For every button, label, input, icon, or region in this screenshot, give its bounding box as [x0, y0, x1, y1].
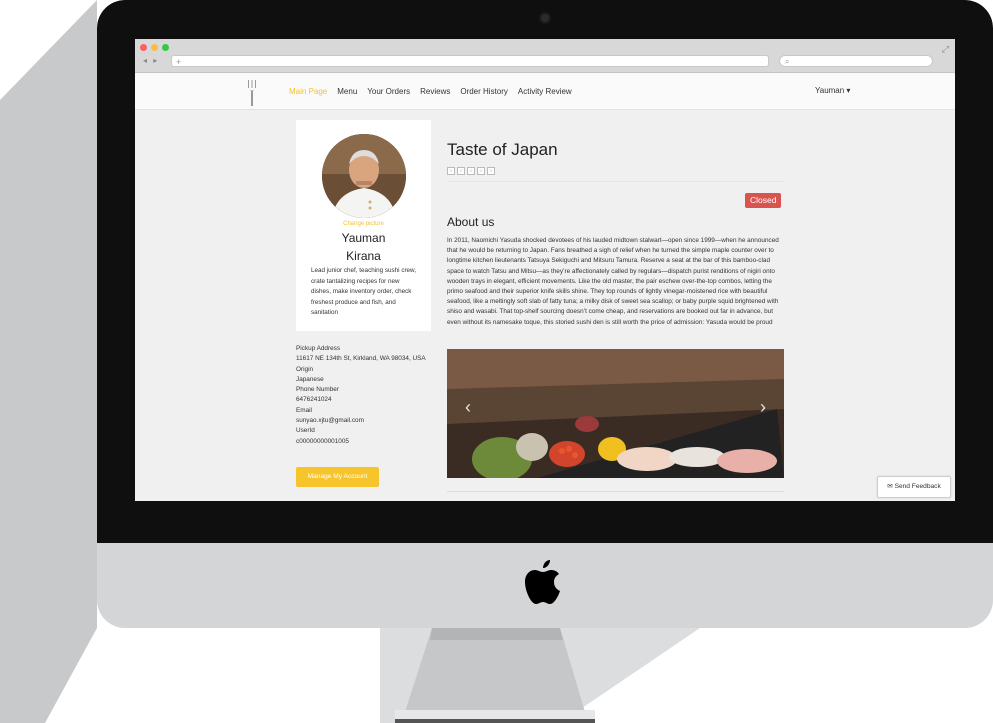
app-navbar: Main Page Menu Your Orders Reviews Order… — [135, 73, 955, 110]
email-value: sunyao.xjtu@gmail.com — [296, 417, 364, 425]
phone-label: Phone Number — [296, 386, 339, 394]
nav-menu[interactable]: Menu — [337, 87, 357, 96]
pickup-address-label: Pickup Address — [296, 345, 341, 352]
about-text: In 2011, Naomichi Yasuda shocked devotee… — [447, 237, 779, 326]
account-details: Pickup Address 11617 NE 134th St, Kirkla… — [296, 344, 436, 447]
userid-value: c00000000001005 — [296, 437, 349, 445]
avatar[interactable] — [322, 134, 406, 218]
star-icon[interactable]: ☆ — [447, 167, 455, 175]
back-forward-icon[interactable]: ◂ ▸ — [143, 56, 159, 65]
fork-logo-icon[interactable] — [247, 80, 257, 106]
star-icon[interactable]: ☆ — [487, 167, 495, 175]
main-nav: Main Page Menu Your Orders Reviews Order… — [289, 73, 572, 109]
profile-first-name: Yauman — [341, 231, 386, 245]
change-picture-link[interactable]: Change picture — [296, 221, 431, 227]
chef-photo — [322, 134, 406, 218]
profile-bio: Lead junior chef, teaching sushi crew, c… — [311, 267, 417, 317]
maximize-window-icon[interactable] — [162, 44, 169, 51]
send-feedback-button[interactable]: ✉ Send Feedback — [877, 476, 951, 498]
minimize-window-icon[interactable] — [151, 44, 158, 51]
camera-icon — [541, 14, 549, 22]
status-badge: Closed — [745, 193, 782, 208]
browser-window: ◂ ▸ + ⌕ ⤢ Main Page Menu Your Orders Rev… — [135, 39, 955, 501]
browser-search-input[interactable]: ⌕ — [779, 55, 933, 67]
nav-reviews[interactable]: Reviews — [420, 87, 450, 96]
profile-card: Change picture Yauman Kirana Lead junior… — [296, 120, 431, 331]
divider — [447, 181, 784, 182]
photo-carousel: ‹ › — [447, 349, 784, 478]
manage-account-button[interactable]: Manage My Account — [296, 467, 379, 487]
star-icon[interactable]: ☆ — [467, 167, 475, 175]
rating-stars[interactable]: ☆ ☆ ☆ ☆ ☆ — [447, 167, 495, 175]
content-panel — [447, 491, 784, 501]
star-icon[interactable]: ☆ — [477, 167, 485, 175]
user-dropdown[interactable]: Yauman ▾ — [815, 73, 850, 109]
profile-last-name: Kirana — [346, 249, 381, 263]
nav-your-orders[interactable]: Your Orders — [367, 87, 410, 96]
phone-value: 6476241024 — [296, 396, 332, 404]
sushi-photo — [447, 349, 784, 478]
origin-value: Japanese — [296, 375, 324, 383]
email-label: Email — [296, 406, 312, 414]
url-bar[interactable]: + — [171, 55, 769, 67]
apple-logo-icon — [525, 560, 560, 604]
close-window-icon[interactable] — [140, 44, 147, 51]
search-icon: ⌕ — [785, 57, 790, 66]
carousel-prev-icon[interactable]: ‹ — [465, 397, 471, 418]
restaurant-title: Taste of Japan — [447, 140, 558, 159]
nav-activity-review[interactable]: Activity Review — [518, 87, 572, 96]
star-icon[interactable]: ☆ — [457, 167, 465, 175]
origin-label: Origin — [296, 365, 314, 373]
userid-label: UserId — [296, 427, 315, 435]
carousel-next-icon[interactable]: › — [760, 397, 766, 418]
nav-order-history[interactable]: Order History — [460, 87, 508, 96]
fullscreen-icon[interactable]: ⤢ — [942, 44, 949, 55]
browser-toolbar: ◂ ▸ + ⌕ ⤢ — [135, 39, 955, 73]
pickup-address-value: 11617 NE 134th St, Kirkland, WA 98034, U… — [296, 355, 426, 363]
nav-main-page[interactable]: Main Page — [289, 87, 327, 96]
about-heading: About us — [447, 215, 495, 229]
